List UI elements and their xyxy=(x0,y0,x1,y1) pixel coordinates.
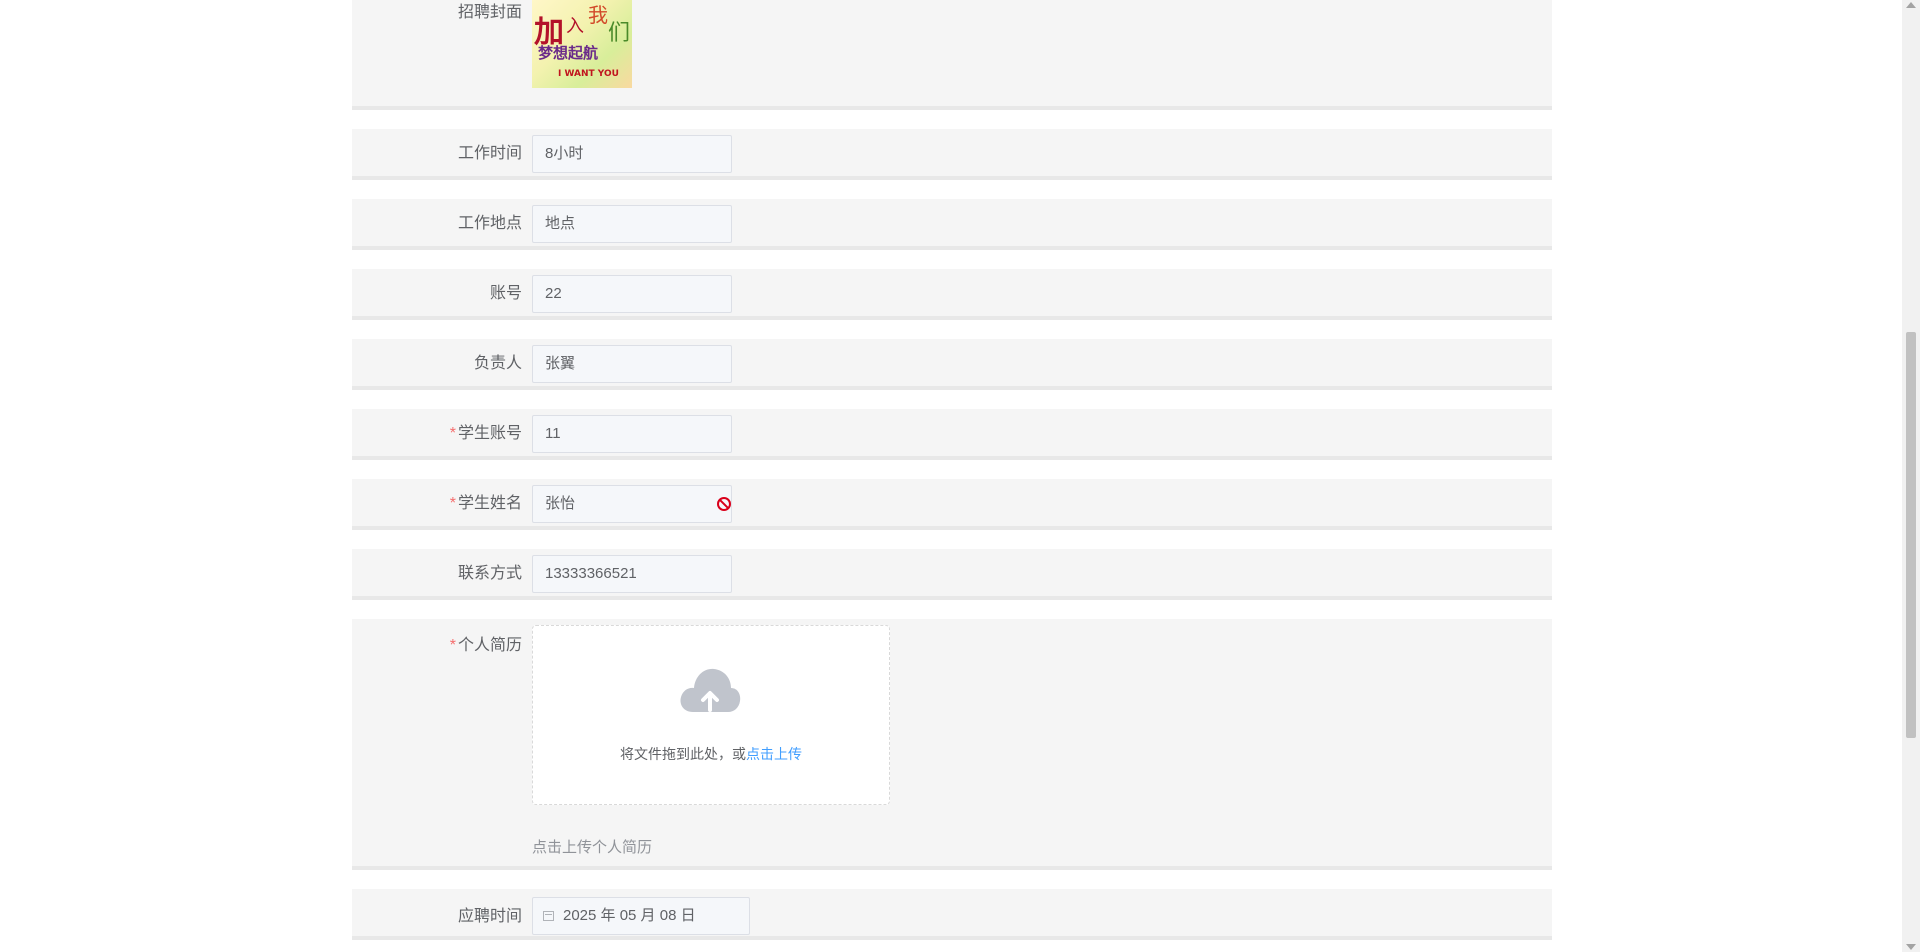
resume-tip: 点击上传个人简历 xyxy=(532,839,653,856)
contact-input[interactable]: 13333366521 xyxy=(532,555,732,593)
row-contact: 联系方式 13333366521 xyxy=(352,549,1552,600)
row-work-time: 工作时间 8小时 xyxy=(352,129,1552,180)
work-place-input[interactable]: 地点 xyxy=(532,205,732,243)
forbidden-icon xyxy=(717,497,731,511)
manager-input[interactable]: 张翼 xyxy=(532,345,732,383)
label-work-time: 工作时间 xyxy=(457,145,522,162)
scroll-down-arrow-icon[interactable] xyxy=(1906,944,1916,950)
required-mark: * xyxy=(449,637,456,654)
label-apply-time: 应聘时间 xyxy=(457,908,522,925)
cloud-upload-icon xyxy=(680,668,741,712)
calendar-icon xyxy=(543,911,554,921)
student-account-input[interactable]: 11 xyxy=(532,415,732,453)
cover-image-art: 加 入 我 们 梦想起航 I WANT YOU xyxy=(534,3,630,79)
svg-text:I WANT YOU: I WANT YOU xyxy=(558,69,619,79)
row-manager: 负责人 张翼 xyxy=(352,339,1552,390)
required-mark: * xyxy=(449,495,456,512)
svg-text:梦想起航: 梦想起航 xyxy=(538,44,598,62)
svg-text:入: 入 xyxy=(566,16,584,37)
label-work-place: 工作地点 xyxy=(457,215,522,232)
label-account: 账号 xyxy=(489,285,522,302)
click-upload-link[interactable]: 点击上传 xyxy=(746,746,802,762)
row-work-place: 工作地点 地点 xyxy=(352,199,1552,250)
row-cover: 招聘封面 加 入 我 们 梦想起航 I WANT YOU xyxy=(352,0,1552,110)
scroll-up-arrow-icon[interactable] xyxy=(1906,2,1916,8)
upload-hint: 将文件拖到此处，或点击上传 xyxy=(620,746,802,762)
row-account: 账号 22 xyxy=(352,269,1552,320)
vertical-scrollbar[interactable] xyxy=(1902,0,1920,952)
label-student-account: * 学生账号 xyxy=(449,425,522,442)
row-student-name: * 学生姓名 张怡 xyxy=(352,479,1552,530)
svg-text:我: 我 xyxy=(588,3,608,27)
row-student-account: * 学生账号 11 xyxy=(352,409,1552,460)
account-input[interactable]: 22 xyxy=(532,275,732,313)
work-time-input[interactable]: 8小时 xyxy=(532,135,732,173)
apply-time-date-picker[interactable]: 2025 年 05 月 08 日 xyxy=(532,897,750,935)
cover-image[interactable]: 加 入 我 们 梦想起航 I WANT YOU xyxy=(532,0,632,88)
required-mark: * xyxy=(449,425,456,442)
student-name-input[interactable]: 张怡 xyxy=(532,485,732,523)
row-resume: * 个人简历 将文件拖到此处，或点击上传 点击上传个人简历 xyxy=(352,619,1552,870)
row-apply-time: 应聘时间 2025 年 05 月 08 日 xyxy=(352,889,1552,940)
svg-text:们: 们 xyxy=(608,21,630,46)
label-manager: 负责人 xyxy=(473,355,522,372)
label-cover: 招聘封面 xyxy=(457,4,522,21)
resume-upload-dropzone[interactable]: 将文件拖到此处，或点击上传 xyxy=(532,625,890,805)
label-contact: 联系方式 xyxy=(457,565,522,582)
label-student-name: * 学生姓名 xyxy=(449,495,522,512)
application-form: 招聘封面 加 入 我 们 梦想起航 I WANT YOU 工作时间 8小时 工作… xyxy=(0,0,1920,952)
scrollbar-thumb[interactable] xyxy=(1906,332,1916,738)
label-resume: * 个人简历 xyxy=(449,637,522,654)
